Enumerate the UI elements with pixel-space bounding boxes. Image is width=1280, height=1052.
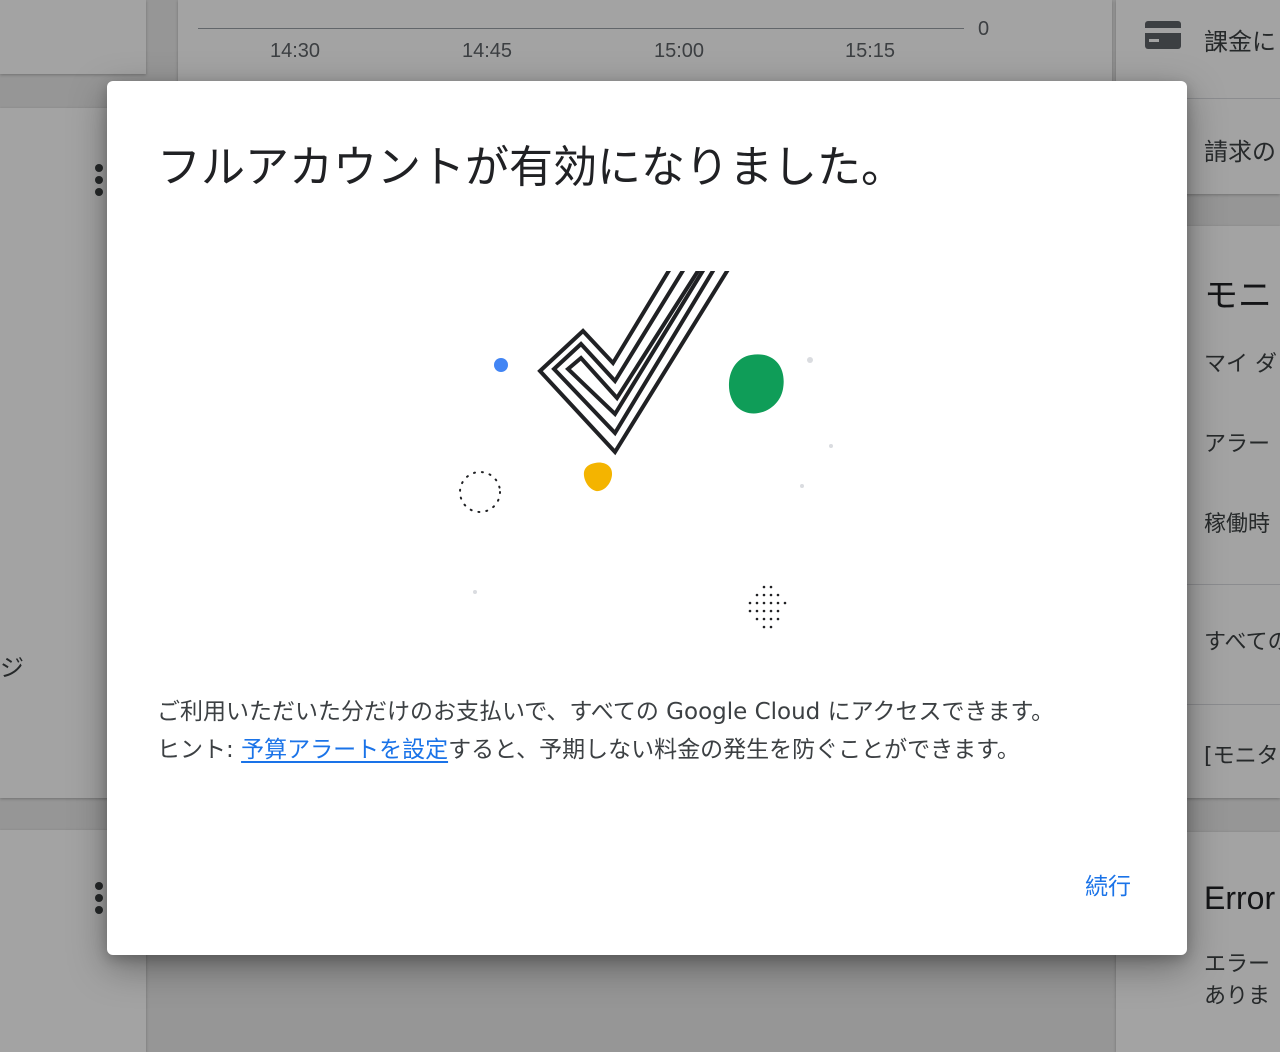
dialog-description: ご利用いただいた分だけのお支払いで、すべての Google Cloud にアクセ… [157,699,1055,725]
hint-prefix: ヒント: [157,737,242,763]
green-blob-shape [728,354,784,414]
dialog-title: フルアカウントが有効になりました。 [157,142,905,193]
blue-dot-shape [494,358,508,372]
dialog-body: ご利用いただいた分だけのお支払いで、すべての Google Cloud にアクセ… [157,693,1147,769]
checkmark-icon [537,271,730,456]
dialog-hint: ヒント: 予算アラートを設定すると、予期しない料金の発生を防ぐことができます。 [157,731,1147,769]
continue-button[interactable]: 続行 [1075,859,1141,909]
yellow-blob-shape [583,462,613,492]
account-upgraded-dialog: フルアカウントが有効になりました。 ご利用いただいた分だけのお支払いで、すべての… [107,81,1187,955]
small-grey-dot-shape [807,357,813,363]
dot-triangle-shape [748,585,787,629]
hint-suffix: すると、予期しない料金の発生を防ぐことができます。 [448,737,1020,763]
small-grey-dot-shape [829,444,833,448]
dotted-circle-shape [459,471,501,513]
small-grey-dot-shape [800,484,804,488]
budget-alert-link[interactable]: 予算アラートを設定 [241,737,448,763]
small-grey-dot-shape [473,590,477,594]
checkmark-illustration [459,271,833,629]
